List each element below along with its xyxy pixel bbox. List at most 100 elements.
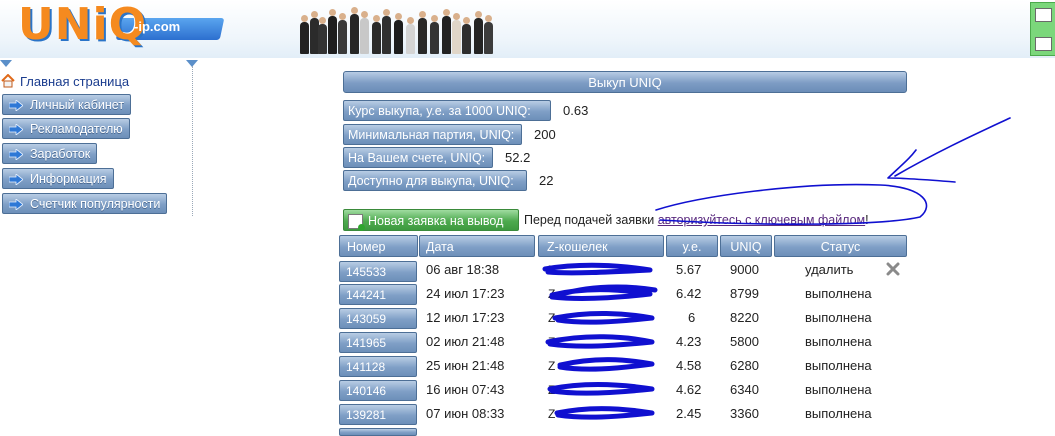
add-document-icon <box>348 214 365 231</box>
row-uniq: 6340 <box>730 382 759 397</box>
row-status: выполнена <box>805 310 872 325</box>
wallet-redaction-scribble <box>557 357 655 372</box>
sidebar-item-label: Счетчик популярности <box>30 197 161 211</box>
home-icon <box>1 74 15 88</box>
wallet-redaction-scribble <box>547 381 655 396</box>
notice-text: Перед подачей заявки <box>524 213 658 227</box>
row-number[interactable]: 141128 <box>339 356 417 377</box>
sidebar: Главная страница Личный кабинет Рекламод… <box>0 66 193 216</box>
person-head <box>407 17 414 24</box>
person-figure <box>406 24 415 54</box>
row-date: 25 июн 21:48 <box>426 358 505 373</box>
delete-x-icon[interactable] <box>886 262 900 276</box>
sidebar-item-label: Личный кабинет <box>30 98 125 112</box>
row-status: выполнена <box>805 382 872 397</box>
row-number[interactable]: 145533 <box>339 261 417 282</box>
person-figure <box>462 24 471 54</box>
person-head <box>351 7 358 14</box>
arrow-right-icon <box>9 149 23 160</box>
col-header-number: Номер <box>339 235 418 257</box>
info-value: 0.63 <box>563 103 589 118</box>
row-date: 16 июн 07:43 <box>426 382 505 397</box>
person-head <box>373 15 380 22</box>
row-number[interactable]: 140146 <box>339 380 417 401</box>
mail-icon[interactable] <box>1035 37 1052 51</box>
info-value: 22 <box>539 173 554 188</box>
arrow-right-icon <box>9 174 23 185</box>
person-figure <box>318 24 327 54</box>
row-ue: 4.62 <box>676 382 702 397</box>
sidebar-item-advertiser[interactable]: Рекламодателю <box>2 118 130 139</box>
site-logo[interactable]: UNiQ -ip.com <box>6 0 226 54</box>
col-header-date: Дата <box>419 235 535 257</box>
row-wallet: Z <box>548 407 556 421</box>
header-people-image <box>300 6 496 54</box>
row-date: 07 июн 08:33 <box>426 406 505 421</box>
person-figure <box>418 18 427 54</box>
sidebar-item-earnings[interactable]: Заработок <box>2 143 98 164</box>
person-figure <box>394 20 403 54</box>
logo-text: UNiQ <box>18 0 148 50</box>
contact-icons[interactable] <box>1030 2 1055 56</box>
row-number[interactable]: 139281 <box>339 404 417 425</box>
logo-subtext: -ip.com <box>134 19 181 34</box>
col-header-ue: у.е. <box>666 235 718 257</box>
wallet-redaction-scribble <box>554 406 655 420</box>
row-delete-link[interactable]: удалить <box>805 260 853 280</box>
person-figure <box>474 18 483 54</box>
page-title: Выкуп UNIQ <box>343 71 907 93</box>
row-wallet: Z <box>548 263 556 277</box>
row-wallet: Z <box>548 335 556 349</box>
auth-key-link[interactable]: авторизуйтесь с ключевым файлом <box>658 213 865 227</box>
row-uniq: 8220 <box>730 310 759 325</box>
arrow-right-icon <box>9 199 23 210</box>
person-head <box>453 13 460 20</box>
new-request-label: Новая заявка на вывод <box>368 214 504 228</box>
person-figure <box>372 22 381 54</box>
sidebar-item-information[interactable]: Информация <box>2 168 114 189</box>
contact-icon[interactable] <box>1035 8 1052 22</box>
sidebar-item-label: Заработок <box>30 147 91 161</box>
row-status: выполнена <box>805 334 872 349</box>
row-status: выполнена <box>805 358 872 373</box>
col-header-wallet: Z-кошелек <box>538 235 664 257</box>
row-date: 24 июл 17:23 <box>426 286 505 301</box>
row-wallet: Z <box>548 359 556 373</box>
new-request-button[interactable]: Новая заявка на вывод <box>343 209 519 231</box>
sidebar-item-cabinet[interactable]: Личный кабинет <box>2 94 132 115</box>
person-head <box>339 13 346 20</box>
page-header: UNiQ -ip.com <box>0 0 1055 58</box>
info-label: Минимальная партия, UNIQ: <box>343 124 522 145</box>
row-number-partial <box>339 428 417 436</box>
row-number[interactable]: 144241 <box>339 284 417 305</box>
col-header-uniq: UNIQ <box>720 235 772 257</box>
person-head <box>319 17 326 24</box>
row-uniq: 8799 <box>730 286 759 301</box>
row-date: 12 июл 17:23 <box>426 310 505 325</box>
home-link[interactable]: Главная страница <box>20 74 129 89</box>
row-wallet: Z <box>548 383 556 397</box>
row-uniq: 5800 <box>730 334 759 349</box>
row-number[interactable]: 141965 <box>339 332 417 353</box>
row-ue: 4.58 <box>676 358 702 373</box>
annotation-arrow <box>887 117 1011 183</box>
row-wallet: Z <box>548 287 556 301</box>
person-figure <box>484 22 493 54</box>
row-number[interactable]: 143059 <box>339 308 417 329</box>
info-label: На Вашем счете, UNIQ: <box>343 147 493 168</box>
row-status: выполнена <box>805 406 872 421</box>
person-figure <box>382 16 391 54</box>
person-head <box>485 15 492 22</box>
person-head <box>361 11 368 18</box>
person-figure <box>300 22 309 54</box>
row-status: выполнена <box>805 286 872 301</box>
person-head <box>443 9 450 16</box>
person-figure <box>360 18 369 54</box>
person-figure <box>338 20 347 54</box>
col-header-status: Статус <box>774 235 907 257</box>
notice-end: ! <box>865 213 869 227</box>
arrow-right-icon <box>9 124 23 135</box>
person-head <box>383 9 390 16</box>
sidebar-item-counter[interactable]: Счетчик популярности <box>2 193 168 214</box>
person-head <box>475 11 482 18</box>
